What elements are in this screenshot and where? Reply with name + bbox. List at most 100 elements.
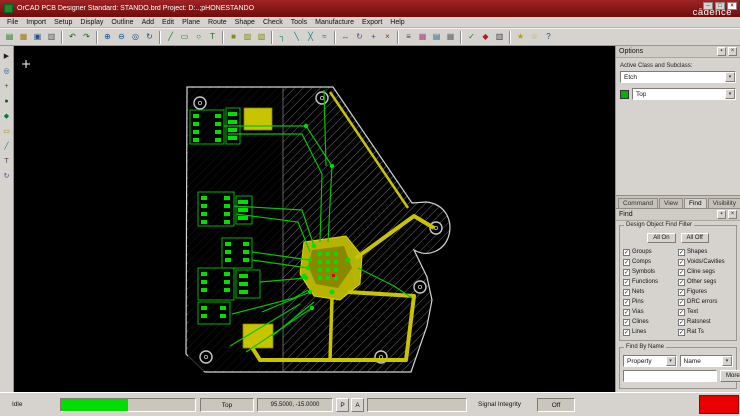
add-circle-icon[interactable]: ○ <box>192 31 205 44</box>
find-by-name-input[interactable] <box>623 370 717 382</box>
new-design-icon[interactable]: ▤ <box>3 31 16 44</box>
all-on-button[interactable]: All On <box>647 233 676 243</box>
redraw-icon[interactable]: ↻ <box>143 31 156 44</box>
pin-icon[interactable]: ▪ <box>717 210 726 219</box>
find-filter-clines[interactable]: ✓ Clines <box>623 317 678 327</box>
find-filter-cline-segs[interactable]: ✓ Cline segs <box>678 267 733 277</box>
label-tool-icon[interactable]: T <box>1 155 13 167</box>
subclass-select[interactable]: Top ▾ <box>632 88 736 100</box>
menu-item-route[interactable]: Route <box>204 18 231 27</box>
move-tool-icon[interactable]: + <box>1 80 13 92</box>
menu-item-import[interactable]: Import <box>22 18 50 27</box>
shape-add-icon[interactable]: ■ <box>227 31 240 44</box>
menu-item-tools[interactable]: Tools <box>287 18 311 27</box>
all-off-button[interactable]: All Off <box>680 233 709 243</box>
highlight-icon[interactable]: ★ <box>514 31 527 44</box>
add-pin-icon[interactable]: ● <box>1 95 13 107</box>
dock-tab-find[interactable]: Find <box>683 198 707 208</box>
mirror-icon[interactable]: ↔ <box>339 31 352 44</box>
delay-tune-icon[interactable]: ≈ <box>318 31 331 44</box>
zoom-in-icon[interactable]: ⊕ <box>101 31 114 44</box>
menu-item-setup[interactable]: Setup <box>50 18 76 27</box>
drc-update-icon[interactable]: ✓ <box>465 31 478 44</box>
grid-icon[interactable]: ▦ <box>444 31 457 44</box>
application-mode-button[interactable]: A <box>351 398 364 412</box>
find-filter-ratsnest[interactable]: ✓ Ratsnest <box>678 317 733 327</box>
add-text-icon[interactable]: T <box>206 31 219 44</box>
spin-tool-icon[interactable]: ↻ <box>1 170 13 182</box>
drc-errors-icon[interactable]: ◆ <box>479 31 492 44</box>
find-filter-symbols[interactable]: ✓ Symbols <box>623 267 678 277</box>
menu-item-display[interactable]: Display <box>76 18 107 27</box>
find-filter-shapes[interactable]: ✓ Shapes <box>678 247 733 257</box>
dehighlight-icon[interactable]: ☆ <box>528 31 541 44</box>
help-icon[interactable]: ? <box>542 31 555 44</box>
menu-item-export[interactable]: Export <box>358 18 386 27</box>
select-pointer-icon[interactable]: ▶ <box>1 50 13 62</box>
menu-item-file[interactable]: File <box>3 18 22 27</box>
find-by-mode-select[interactable]: Name ▾ <box>679 355 733 367</box>
layers-icon[interactable]: ▤ <box>430 31 443 44</box>
add-cline-icon[interactable]: ╱ <box>1 140 13 152</box>
route-custom-icon[interactable]: ╳ <box>304 31 317 44</box>
find-filter-rat-ts[interactable]: ✓ Rat Ts <box>678 327 733 337</box>
work-area: ▶ ◎ + ● ◆ ▭ ╱ T ↻ Options ▪ × Active Cla… <box>0 46 740 392</box>
find-filter-nets[interactable]: ✓ Nets <box>623 287 678 297</box>
shape-edit-icon[interactable]: ▧ <box>255 31 268 44</box>
more-button[interactable]: More... <box>720 370 740 382</box>
find-filter-vias[interactable]: ✓ Vias <box>623 307 678 317</box>
find-filter-drc-errors[interactable]: ✓ DRC errors <box>678 297 733 307</box>
zoom-out-icon[interactable]: ⊖ <box>115 31 128 44</box>
find-filter-comps[interactable]: ✓ Comps <box>623 257 678 267</box>
class-select[interactable]: Etch ▾ <box>620 71 736 83</box>
find-filter-voids-cavities[interactable]: ✓ Voids/Cavities <box>678 257 733 267</box>
add-line-icon[interactable]: ╱ <box>164 31 177 44</box>
menu-item-plane[interactable]: Plane <box>178 18 204 27</box>
menu-item-manufacture[interactable]: Manufacture <box>311 18 358 27</box>
find-by-type-select[interactable]: Property ▾ <box>623 355 677 367</box>
menu-item-shape[interactable]: Shape <box>231 18 259 27</box>
dock-tab-visibility[interactable]: Visibility <box>707 198 740 208</box>
properties-icon[interactable]: ≡ <box>402 31 415 44</box>
pcb-canvas[interactable] <box>14 46 615 392</box>
menu-item-outline[interactable]: Outline <box>107 18 137 27</box>
add-rect-icon[interactable]: ▭ <box>178 31 191 44</box>
color-dialog-icon[interactable]: ▦ <box>416 31 429 44</box>
menu-item-check[interactable]: Check <box>259 18 287 27</box>
pin-icon[interactable]: ▪ <box>717 47 726 56</box>
close-button[interactable]: × <box>727 2 737 10</box>
find-filter-figures[interactable]: ✓ Figures <box>678 287 733 297</box>
find-filter-lines[interactable]: ✓ Lines <box>623 327 678 337</box>
reports-icon[interactable]: ▥ <box>493 31 506 44</box>
move-icon[interactable]: + <box>367 31 380 44</box>
zoom-fit-icon[interactable]: ◎ <box>129 31 142 44</box>
find-filter-text[interactable]: ✓ Text <box>678 307 733 317</box>
redo-icon[interactable]: ↷ <box>80 31 93 44</box>
dock-tab-command[interactable]: Command <box>618 198 658 208</box>
save-design-icon[interactable]: ▣ <box>31 31 44 44</box>
maximize-button[interactable]: □ <box>715 2 725 10</box>
find-filter-other-segs[interactable]: ✓ Other segs <box>678 277 733 287</box>
menu-item-help[interactable]: Help <box>386 18 408 27</box>
find-filter-pins[interactable]: ✓ Pins <box>623 297 678 307</box>
zoom-tool-icon[interactable]: ◎ <box>1 65 13 77</box>
dock-tab-view[interactable]: View <box>658 198 683 208</box>
add-shape-icon[interactable]: ▭ <box>1 125 13 137</box>
menu-item-edit[interactable]: Edit <box>158 18 178 27</box>
shape-void-icon[interactable]: ▨ <box>241 31 254 44</box>
find-filter-groups[interactable]: ✓ Groups <box>623 247 678 257</box>
route-connect-icon[interactable]: ┐ <box>276 31 289 44</box>
find-filter-functions[interactable]: ✓ Functions <box>623 277 678 287</box>
undo-icon[interactable]: ↶ <box>66 31 79 44</box>
minimize-button[interactable]: – <box>703 2 713 10</box>
add-via-icon[interactable]: ◆ <box>1 110 13 122</box>
close-icon[interactable]: × <box>728 47 737 56</box>
print-icon[interactable]: ▥ <box>45 31 58 44</box>
rotate-icon[interactable]: ↻ <box>353 31 366 44</box>
delete-icon[interactable]: × <box>381 31 394 44</box>
route-slide-icon[interactable]: ╲ <box>290 31 303 44</box>
menu-item-add[interactable]: Add <box>138 18 158 27</box>
pick-button[interactable]: P <box>336 398 349 412</box>
close-icon[interactable]: × <box>728 210 737 219</box>
open-design-icon[interactable]: ▦ <box>17 31 30 44</box>
